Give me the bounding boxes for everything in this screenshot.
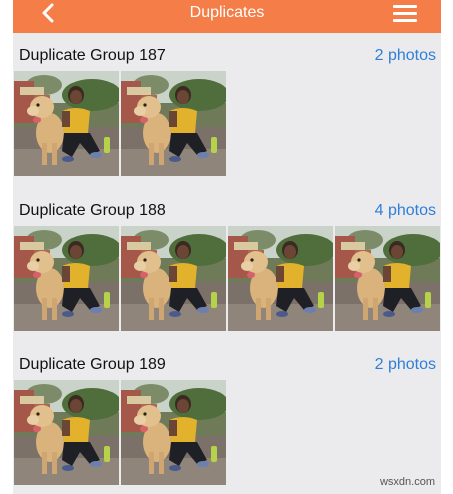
hamburger-menu-icon[interactable] (393, 2, 417, 24)
photo-thumbnail[interactable] (14, 226, 119, 331)
photo-thumbnail[interactable] (121, 71, 226, 176)
nav-bar: Duplicates (13, 0, 441, 33)
watermark: wsxdn.com (379, 476, 435, 488)
photo-thumbnail[interactable] (335, 226, 440, 331)
photo-thumbnail[interactable] (14, 380, 119, 485)
group-title: Duplicate Group 189 (19, 356, 166, 373)
group-photo-count-link[interactable]: 2 photos (375, 47, 436, 65)
photo-thumbnail[interactable] (121, 380, 226, 485)
photo-thumbnail[interactable] (121, 226, 226, 331)
group-header: Duplicate Group 187 2 photos (13, 37, 441, 71)
group-header: Duplicate Group 188 4 photos (13, 192, 441, 226)
group-photo-count-link[interactable]: 2 photos (375, 356, 436, 374)
group-photo-count-link[interactable]: 4 photos (375, 202, 436, 220)
group-header: Duplicate Group 189 2 photos (13, 346, 441, 380)
group-title: Duplicate Group 187 (19, 47, 166, 64)
group-title: Duplicate Group 188 (19, 202, 166, 219)
page-title: Duplicates (189, 4, 265, 21)
duplicates-screen: Duplicates Duplicate Group 187 2 photos … (13, 0, 441, 494)
photo-thumbnail[interactable] (228, 226, 333, 331)
photo-row (13, 380, 441, 485)
photo-thumbnail[interactable] (14, 71, 119, 176)
photo-row (13, 71, 441, 176)
photo-row (13, 226, 441, 331)
